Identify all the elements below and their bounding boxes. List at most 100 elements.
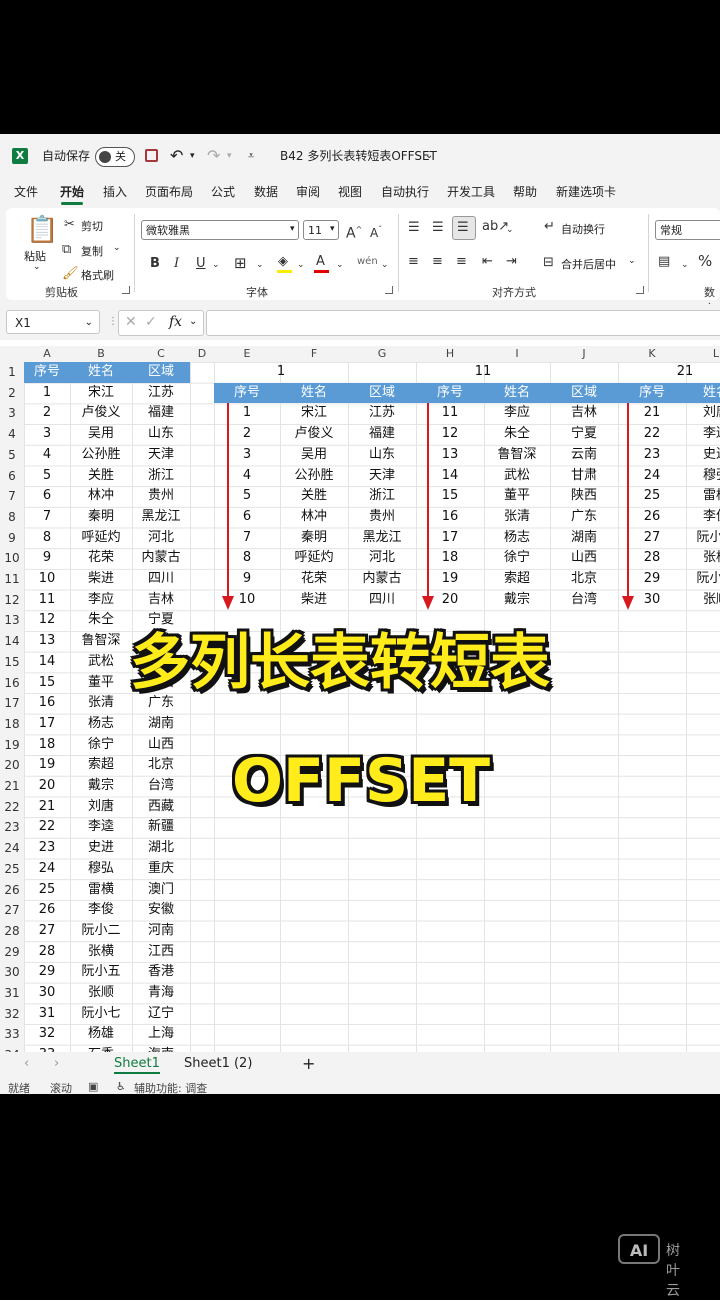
worksheet-grid[interactable]: 1 11 21 序号 姓名 区域 1 宋江 江苏 2 卢俊义 福建 3 吴用 山东 4 公孙胜 天津 5 关胜浙…	[24, 362, 720, 1052]
tab-data[interactable]: 数据	[254, 178, 278, 206]
column-header[interactable]: I	[484, 346, 550, 362]
column-header[interactable]: C	[132, 346, 190, 362]
row-header[interactable]: 29	[0, 942, 24, 963]
source-cell[interactable]: 吴用	[70, 424, 132, 445]
cancel-icon[interactable]: ✕	[125, 314, 137, 330]
result-cell[interactable]: 史进	[686, 445, 720, 466]
source-cell[interactable]: 9	[24, 548, 70, 569]
source-cell[interactable]: 重庆	[132, 859, 190, 880]
row-header[interactable]: 22	[0, 797, 24, 818]
tab-developer[interactable]: 开发工具	[447, 178, 495, 206]
row-header[interactable]: 9	[0, 528, 24, 549]
enter-icon[interactable]: ✓	[145, 314, 157, 330]
row-header[interactable]: 12	[0, 590, 24, 611]
source-cell[interactable]: 香港	[132, 962, 190, 983]
result-cell[interactable]: 内蒙古	[348, 569, 416, 590]
source-cell[interactable]: 1	[24, 383, 70, 404]
source-cell[interactable]: 2	[24, 403, 70, 424]
source-cell[interactable]: 23	[24, 838, 70, 859]
source-cell[interactable]: 32	[24, 1024, 70, 1045]
row-header[interactable]: 3	[0, 403, 24, 424]
source-cell[interactable]: 关胜	[70, 466, 132, 487]
result-cell[interactable]: 广东	[550, 507, 618, 528]
source-cell[interactable]: 李俊	[70, 900, 132, 921]
tab-help[interactable]: 帮助	[513, 178, 537, 206]
wrap-text-icon[interactable]: ↵	[544, 219, 555, 235]
column-header[interactable]: H	[416, 346, 484, 362]
source-cell[interactable]: 海南	[132, 1045, 190, 1052]
row-header[interactable]: 17	[0, 693, 24, 714]
source-cell[interactable]: 31	[24, 1004, 70, 1025]
result-cell[interactable]: 吉林	[550, 403, 618, 424]
source-cell[interactable]: 14	[24, 652, 70, 673]
cut-button[interactable]: 剪切	[81, 218, 103, 234]
format-painter-button[interactable]: 格式刷	[81, 267, 114, 283]
result-cell[interactable]: 福建	[348, 424, 416, 445]
source-cell[interactable]: 呼延灼	[70, 528, 132, 549]
result-cell[interactable]: 4	[214, 466, 280, 487]
phonetic-dropdown-icon[interactable]: ⌄	[381, 257, 389, 273]
source-cell[interactable]: 青海	[132, 983, 190, 1004]
result-cell[interactable]: 黑龙江	[348, 528, 416, 549]
result-cell[interactable]: 四川	[348, 590, 416, 611]
column-header[interactable]: K	[618, 346, 686, 362]
result-cell[interactable]: 湖南	[550, 528, 618, 549]
source-cell[interactable]: 四川	[132, 569, 190, 590]
result-cell[interactable]: 7	[214, 528, 280, 549]
source-cell[interactable]: 湖北	[132, 838, 190, 859]
result-header-cell[interactable]: 姓名	[686, 382, 720, 404]
result-header-cell[interactable]: 姓名	[484, 382, 550, 404]
align-left-icon[interactable]: ≡	[408, 254, 419, 270]
increase-font-icon[interactable]: A^	[346, 222, 362, 242]
alignment-launcher-icon[interactable]	[636, 286, 644, 294]
source-cell[interactable]: 28	[24, 942, 70, 963]
source-cell[interactable]: 阮小二	[70, 921, 132, 942]
source-cell[interactable]: 江西	[132, 942, 190, 963]
result-cell[interactable]: 5	[214, 486, 280, 507]
source-cell[interactable]: 阮小七	[70, 1004, 132, 1025]
result-cell[interactable]: 6	[214, 507, 280, 528]
result-cell[interactable]: 吴用	[280, 445, 348, 466]
source-cell[interactable]: 天津	[132, 445, 190, 466]
align-middle-icon[interactable]: ☰	[432, 220, 444, 236]
row-header[interactable]: 18	[0, 714, 24, 735]
font-launcher-icon[interactable]	[385, 286, 393, 294]
result-cell[interactable]: 穆弘	[686, 466, 720, 487]
clipboard-launcher-icon[interactable]	[122, 286, 130, 294]
fill-color-icon[interactable]: ◈	[278, 254, 288, 270]
source-cell[interactable]: 戴宗	[70, 776, 132, 797]
copy-dropdown-icon[interactable]: ⌄	[113, 243, 121, 253]
result-cell[interactable]: 宁夏	[550, 424, 618, 445]
row-header[interactable]: 14	[0, 631, 24, 652]
row-header[interactable]: 31	[0, 983, 24, 1004]
source-cell[interactable]: 浙江	[132, 466, 190, 487]
result-cell[interactable]: 9	[214, 569, 280, 590]
source-cell[interactable]: 李逵	[70, 817, 132, 838]
insert-function-icon[interactable]: fx	[169, 314, 182, 330]
result-cell[interactable]: 杨志	[484, 528, 550, 549]
align-right-icon[interactable]: ≡	[456, 254, 467, 270]
source-cell[interactable]: 杨雄	[70, 1024, 132, 1045]
result-header-cell[interactable]: 序号	[618, 382, 686, 404]
formula-input[interactable]	[206, 310, 720, 336]
result-cell[interactable]: 贵州	[348, 507, 416, 528]
result-cell[interactable]: 徐宁	[484, 548, 550, 569]
source-cell[interactable]: 雷横	[70, 880, 132, 901]
result-cell[interactable]: 公孙胜	[280, 466, 348, 487]
tab-home[interactable]: 开始	[60, 178, 84, 206]
result-cell[interactable]: 秦明	[280, 528, 348, 549]
result-cell[interactable]: 8	[214, 548, 280, 569]
column-header[interactable]: B	[70, 346, 132, 362]
source-cell[interactable]: 19	[24, 755, 70, 776]
borders-dropdown-icon[interactable]: ⌄	[256, 257, 264, 273]
source-cell[interactable]: 刘唐	[70, 797, 132, 818]
result-cell[interactable]: 花荣	[280, 569, 348, 590]
file-name[interactable]: B42 多列长表转短表OFFSET	[280, 134, 437, 178]
fill-color-dropdown-icon[interactable]: ⌄	[297, 257, 305, 273]
column-header[interactable]: G	[348, 346, 416, 362]
source-cell[interactable]: 江苏	[132, 383, 190, 404]
filename-chevron-down-icon[interactable]: ⌄	[425, 134, 433, 178]
undo-dropdown-icon[interactable]: ▾	[190, 134, 195, 178]
source-cell[interactable]: 安徽	[132, 900, 190, 921]
row-header[interactable]: 26	[0, 880, 24, 901]
